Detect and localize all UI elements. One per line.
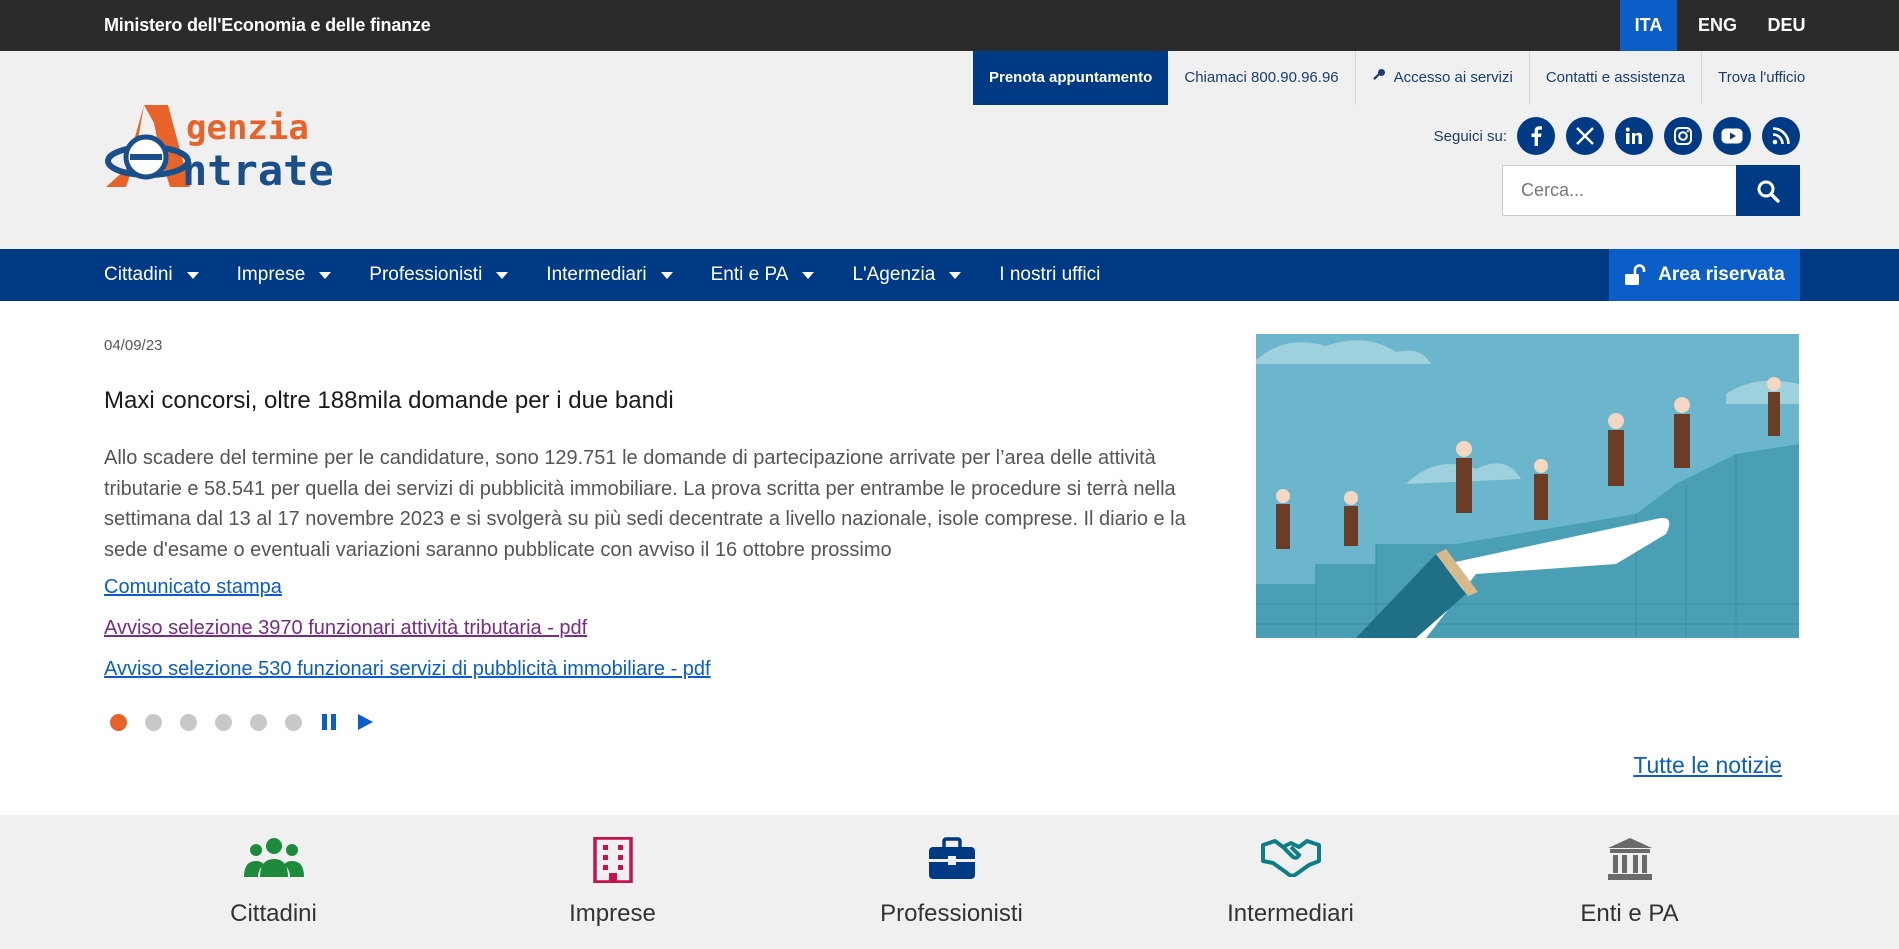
carousel-controls: [110, 713, 392, 731]
social-label: Seguici su:: [1433, 127, 1507, 145]
nav-label: Cittadini: [104, 264, 173, 285]
category-intermediari[interactable]: Intermediari: [1121, 815, 1460, 949]
ministry-topbar: Ministero dell'Economia e delle finanze …: [0, 0, 1899, 51]
category-label: Intermediari: [1227, 900, 1354, 927]
avviso-3970-link[interactable]: Avviso selezione 3970 funzionari attivit…: [104, 617, 587, 640]
nav-label: Professionisti: [369, 264, 483, 285]
search-button[interactable]: [1736, 165, 1800, 216]
category-label: Cittadini: [230, 900, 317, 927]
lang-ita[interactable]: ITA: [1620, 0, 1677, 51]
caret-down-icon: [186, 271, 199, 279]
nav-nostri-uffici[interactable]: I nostri uffici: [999, 249, 1100, 301]
area-riservata-button[interactable]: Area riservata: [1609, 249, 1800, 301]
carousel-dot[interactable]: [285, 713, 302, 731]
carousel-dot[interactable]: [215, 713, 232, 731]
carousel-dot[interactable]: [250, 713, 267, 731]
youtube-icon[interactable]: [1713, 117, 1751, 155]
carousel-dot[interactable]: [145, 713, 162, 731]
utility-menu: Prenota appuntamento Chiamaci 800.90.96.…: [973, 51, 1821, 105]
nav-label: Imprese: [236, 264, 306, 285]
category-label: Professionisti: [880, 900, 1023, 927]
linkedin-icon[interactable]: [1615, 117, 1653, 155]
news-body: Allo scadere del termine per le candidat…: [104, 447, 1186, 561]
play-icon: [358, 714, 373, 730]
tutte-le-notizie-link[interactable]: Tutte le notizie: [1633, 752, 1782, 779]
category-enti-pa[interactable]: Enti e PA: [1460, 815, 1799, 949]
site-search: [1502, 165, 1800, 216]
social-links: Seguici su:: [1434, 116, 1800, 156]
carousel-dot[interactable]: [110, 713, 127, 731]
nav-label: I nostri uffici: [999, 264, 1101, 285]
caret-down-icon: [802, 271, 815, 279]
contatti-link[interactable]: Contatti e assistenza: [1530, 51, 1703, 105]
caret-down-icon: [496, 271, 509, 279]
category-label: Enti e PA: [1580, 900, 1679, 927]
news-date: 04/09/23: [104, 337, 163, 354]
briefcase-icon: [928, 837, 976, 886]
accesso-servizi-link[interactable]: Accesso ai servizi: [1356, 51, 1530, 105]
language-switcher: ITA ENG DEU: [1620, 0, 1815, 51]
nav-imprese[interactable]: Imprese: [237, 249, 332, 301]
search-icon: [1757, 180, 1780, 203]
area-riservata-label: Area riservata: [1658, 264, 1785, 285]
caret-down-icon: [660, 271, 673, 279]
category-cittadini[interactable]: Cittadini: [104, 815, 443, 949]
nav-cittadini[interactable]: Cittadini: [104, 249, 199, 301]
rss-icon[interactable]: [1762, 117, 1800, 155]
key-icon: [1372, 51, 1386, 105]
lang-eng[interactable]: ENG: [1689, 0, 1746, 51]
play-button[interactable]: [356, 713, 374, 731]
nav-agenzia[interactable]: L'Agenzia: [852, 249, 962, 301]
instagram-icon[interactable]: [1664, 117, 1702, 155]
nav-enti-pa[interactable]: Enti e PA: [711, 249, 815, 301]
logo-line2: ntrate: [182, 146, 334, 195]
search-input[interactable]: [1502, 165, 1736, 216]
nav-professionisti[interactable]: Professionisti: [369, 249, 509, 301]
news-title: Maxi concorsi, oltre 188mila domande per…: [104, 387, 674, 414]
nav-intermediari[interactable]: Intermediari: [546, 249, 673, 301]
accesso-servizi-label: Accesso ai servizi: [1393, 69, 1513, 86]
logo-line1: genzia: [186, 108, 309, 148]
carousel-dot[interactable]: [180, 713, 197, 731]
main-navigation: Cittadini Imprese Professionisti Interme…: [0, 249, 1899, 301]
avviso-530-link[interactable]: Avviso selezione 530 funzionari servizi …: [104, 658, 711, 681]
x-twitter-icon[interactable]: [1566, 117, 1604, 155]
building-icon: [592, 836, 633, 888]
agenzia-entrate-logo[interactable]: genzia ntrate: [104, 103, 394, 195]
facebook-icon[interactable]: [1517, 117, 1555, 155]
trova-ufficio-link[interactable]: Trova l'ufficio: [1702, 51, 1821, 105]
caret-down-icon: [949, 271, 962, 279]
unlock-icon: [1625, 264, 1646, 285]
handshake-icon: [1260, 837, 1321, 882]
news-hero-image: [1256, 334, 1799, 638]
ministry-link[interactable]: Ministero dell'Economia e delle finanze: [104, 0, 431, 51]
users-icon: [243, 837, 304, 886]
category-imprese[interactable]: Imprese: [443, 815, 782, 949]
pause-icon: [322, 714, 336, 730]
category-label: Imprese: [569, 900, 656, 927]
category-professionisti[interactable]: Professionisti: [782, 815, 1121, 949]
prenota-appuntamento-button[interactable]: Prenota appuntamento: [973, 51, 1169, 105]
nav-label: Enti e PA: [710, 264, 789, 285]
phone-link[interactable]: Chiamaci 800.90.96.96: [1168, 51, 1356, 105]
lang-deu[interactable]: DEU: [1758, 0, 1815, 51]
category-shortcuts: Cittadini Imprese Professionisti Interme…: [0, 815, 1899, 949]
comunicato-stampa-link[interactable]: Comunicato stampa: [104, 576, 282, 599]
pause-button[interactable]: [320, 713, 338, 731]
nav-label: Intermediari: [546, 264, 647, 285]
institution-icon: [1607, 837, 1653, 886]
site-header: Prenota appuntamento Chiamaci 800.90.96.…: [0, 51, 1899, 249]
nav-label: L'Agenzia: [852, 264, 936, 285]
caret-down-icon: [319, 271, 332, 279]
